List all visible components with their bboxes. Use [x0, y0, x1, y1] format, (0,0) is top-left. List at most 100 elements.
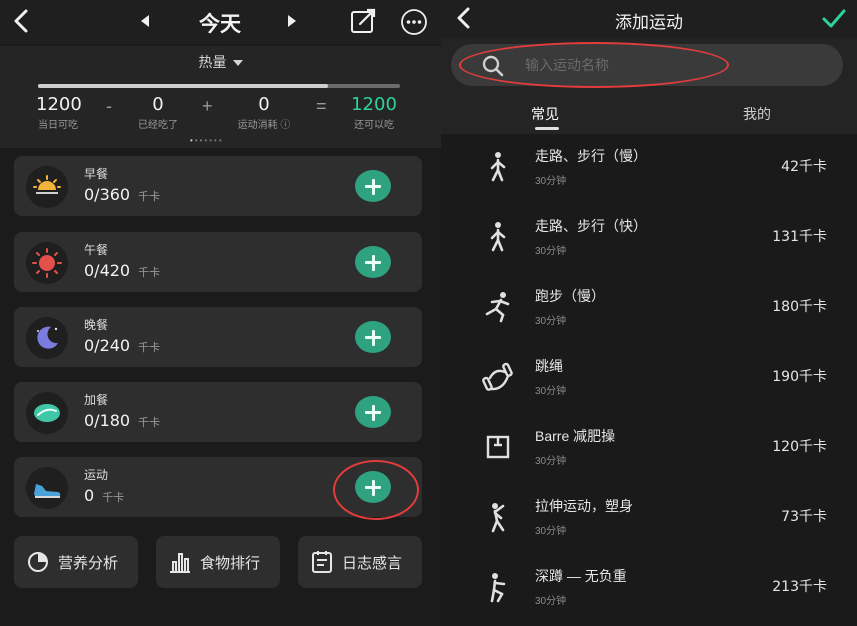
tab-mine[interactable]: 我的	[743, 104, 771, 124]
exercise-row[interactable]: 深蹲 — 无负重 30分钟 213千卡	[441, 556, 857, 626]
search-icon	[482, 55, 504, 77]
calorie-progress-bar	[38, 84, 400, 88]
budget-stat: 1200 当日可吃	[36, 94, 82, 131]
exercise-row[interactable]: 拉伸运动，塑身 30分钟 73千卡	[441, 486, 857, 556]
exercise-row[interactable]: 跑步（慢） 30分钟 180千卡	[441, 276, 857, 346]
exercise-name: 走路、步行（快）	[535, 218, 647, 234]
meal-name: 运动	[84, 468, 109, 482]
exercise-duration: 30分钟	[535, 176, 567, 187]
meal-name: 早餐	[84, 167, 109, 181]
remaining-value: 1200	[351, 94, 397, 115]
meal-calories: 0/240 千卡	[84, 336, 161, 355]
exercise-calories: 213千卡	[772, 579, 827, 595]
squat-icon	[490, 573, 506, 603]
active-tab-indicator	[535, 127, 559, 130]
exercise-calories: 42千卡	[781, 159, 827, 175]
exercise-name: 深蹲 — 无负重	[535, 568, 627, 584]
snack-icon	[26, 392, 68, 434]
exercise-calories: 120千卡	[772, 439, 827, 455]
meal-name: 午餐	[84, 243, 109, 257]
exercise-name: 跳绳	[535, 358, 563, 374]
exercise-row[interactable]: 走路、步行（快） 30分钟 131千卡	[441, 206, 857, 276]
budget-caption: 当日可吃	[38, 120, 78, 131]
exercise-name: 跑步（慢）	[535, 288, 605, 304]
meal-card-snack[interactable]: 加餐 0/180 千卡	[14, 382, 422, 442]
meal-calories: 0/420 千卡	[84, 261, 161, 280]
add-lunch-button[interactable]	[355, 246, 391, 278]
meal-card-dinner[interactable]: 晚餐 0/240 千卡	[14, 307, 422, 367]
pie-chart-icon	[28, 552, 48, 572]
exercise-duration: 30分钟	[535, 456, 567, 467]
exercise-row[interactable]: 走路、步行（慢） 30分钟 42千卡	[441, 136, 857, 206]
running-icon	[485, 292, 510, 323]
button-label: 日志感言	[342, 555, 403, 572]
edit-icon[interactable]	[350, 8, 376, 34]
add-exercise-header: 添加运动	[441, 0, 857, 38]
meal-name: 晚餐	[84, 318, 109, 332]
exercise-name: 走路、步行（慢）	[535, 148, 647, 164]
previous-day-icon[interactable]	[138, 14, 152, 28]
add-snack-button[interactable]	[355, 396, 391, 428]
page-title: 添加运动	[615, 13, 683, 32]
journal-button[interactable]: 日志感言	[298, 536, 422, 588]
plus-sign: +	[202, 96, 213, 116]
burned-caption: 运动消耗 ⓘ	[237, 120, 291, 131]
diary-header: 今天	[0, 0, 441, 44]
more-options-icon[interactable]	[400, 8, 428, 36]
exercise-row[interactable]: Barre 减肥操 30分钟 120千卡	[441, 416, 857, 486]
bar-chart-icon	[170, 553, 190, 573]
add-breakfast-button[interactable]	[355, 170, 391, 202]
walking-icon	[490, 152, 506, 182]
calorie-progress-fill	[38, 84, 328, 88]
exercise-duration: 30分钟	[535, 596, 567, 607]
meal-name: 加餐	[84, 393, 109, 407]
exercise-duration: 30分钟	[535, 526, 567, 537]
remaining-stat: 1200 还可以吃	[344, 94, 404, 131]
calorie-summary: 热量 1200 当日可吃 - 0 已经吃了 + 0 运动消耗 ⓘ = 1200 …	[0, 46, 441, 148]
stretching-icon	[491, 503, 505, 533]
meal-card-lunch[interactable]: 午餐 0/420 千卡	[14, 232, 422, 292]
nutrition-analysis-button[interactable]: 营养分析	[14, 536, 138, 588]
exercise-calories: 180千卡	[772, 299, 827, 315]
date-title[interactable]: 今天	[180, 8, 260, 38]
barre-icon	[486, 435, 510, 459]
tab-common[interactable]: 常见	[531, 104, 559, 124]
eaten-caption: 已经吃了	[138, 120, 178, 131]
minus-sign: -	[106, 96, 112, 116]
next-day-icon[interactable]	[285, 14, 299, 28]
button-label: 食物排行	[200, 555, 261, 572]
sun-icon	[26, 242, 68, 284]
sunrise-icon	[26, 166, 68, 208]
journal-icon	[312, 551, 332, 573]
metric-selector[interactable]: 热量	[0, 52, 441, 72]
exercise-calories: 73千卡	[781, 509, 827, 525]
confirm-check-icon[interactable]	[821, 8, 847, 30]
add-exercise-button[interactable]	[355, 471, 391, 503]
search-section: 常见 我的	[441, 38, 857, 134]
equals-sign: =	[316, 96, 327, 116]
exercise-calories: 190千卡	[772, 369, 827, 385]
eaten-stat: 0 已经吃了	[130, 94, 186, 131]
meal-calories: 0 千卡	[84, 486, 125, 505]
sneaker-icon	[26, 467, 68, 509]
moon-icon	[26, 317, 68, 359]
walking-icon	[490, 222, 506, 252]
add-exercise-screen: 添加运动 常见 我的 走路、步行（慢） 30分钟 42千卡 走路、步行（快） 3…	[441, 0, 857, 626]
exercise-duration: 30分钟	[535, 386, 567, 397]
back-arrow-icon[interactable]	[10, 8, 34, 34]
food-ranking-button[interactable]: 食物排行	[156, 536, 280, 588]
budget-value: 1200	[36, 94, 82, 115]
dropdown-caret-icon	[232, 60, 243, 67]
exercise-name: Barre 减肥操	[535, 428, 616, 444]
exercise-search-input[interactable]	[525, 54, 805, 76]
burned-stat[interactable]: 0 运动消耗 ⓘ	[228, 94, 300, 131]
meal-card-breakfast[interactable]: 早餐 0/360 千卡	[14, 156, 422, 216]
exercise-duration: 30分钟	[535, 246, 567, 257]
exercise-name: 拉伸运动，塑身	[535, 498, 633, 514]
meal-card-exercise[interactable]: 运动 0 千卡	[14, 457, 422, 517]
search-bar[interactable]	[451, 44, 843, 86]
remaining-caption: 还可以吃	[354, 120, 394, 131]
add-dinner-button[interactable]	[355, 321, 391, 353]
exercise-row[interactable]: 跳绳 30分钟 190千卡	[441, 346, 857, 416]
page-indicator: •••••••	[190, 136, 224, 145]
